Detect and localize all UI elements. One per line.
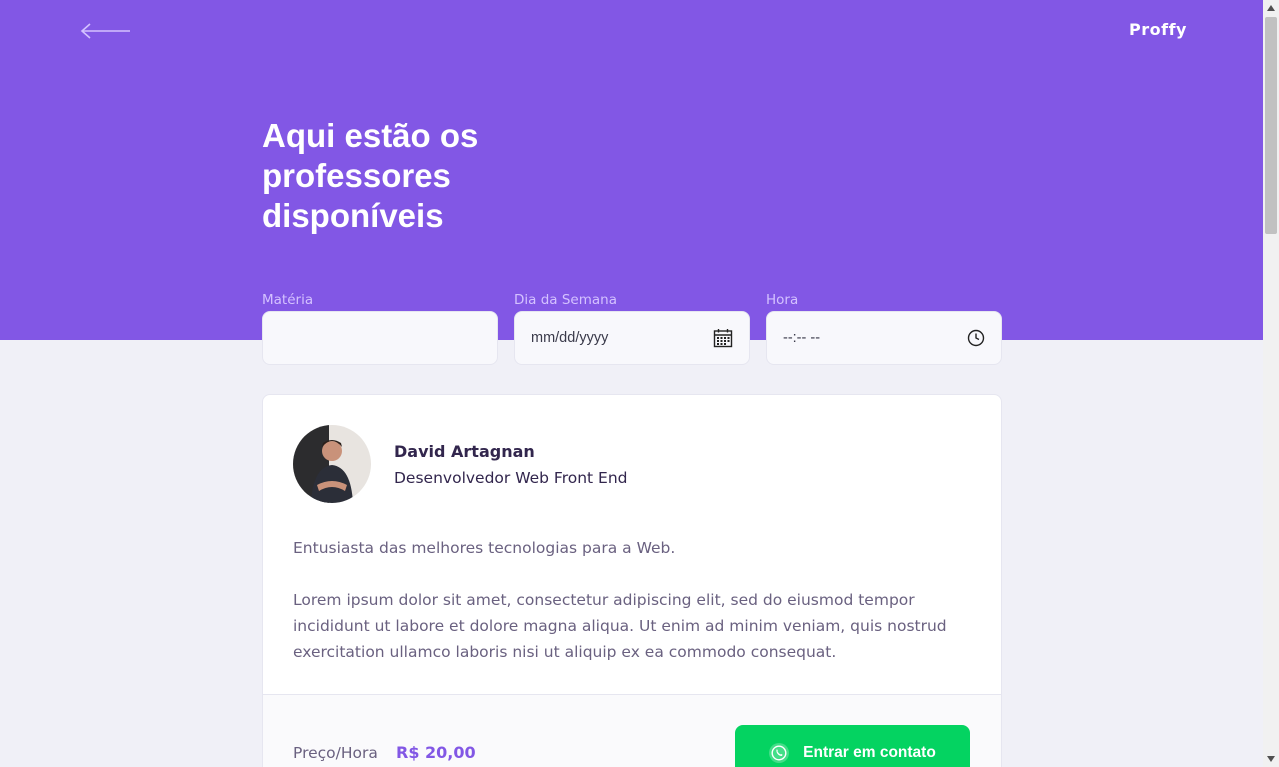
subject-label: Matéria: [262, 292, 314, 308]
page-title: Aqui estão os professores disponíveis: [262, 117, 479, 234]
scrollbar[interactable]: [1263, 0, 1279, 767]
scroll-up-button[interactable]: [1263, 0, 1279, 16]
logo: Proffy: [1129, 20, 1187, 39]
price-value: R$ 20,00: [396, 743, 476, 762]
teacher-bio: Entusiasta das melhores tecnologias para…: [293, 535, 973, 665]
teacher-card: David Artagnan Desenvolvedor Web Front E…: [262, 394, 1002, 767]
contact-button[interactable]: Entrar em contato: [735, 725, 970, 767]
arrow-left-icon[interactable]: [80, 22, 132, 40]
weekday-placeholder: mm/dd/yyyy: [531, 330, 609, 346]
triangle-up-icon: [1267, 5, 1275, 11]
bio-intro: Entusiasta das melhores tecnologias para…: [293, 539, 676, 557]
bio-body: Lorem ipsum dolor sit amet, consectetur …: [293, 591, 947, 661]
teacher-subject: Desenvolvedor Web Front End: [394, 469, 628, 487]
subject-select[interactable]: [262, 311, 498, 365]
price-label: Preço/Hora: [293, 744, 378, 762]
scroll-down-button[interactable]: [1263, 751, 1279, 767]
card-footer: Preço/Hora R$ 20,00 Entrar em contato: [263, 694, 1001, 767]
time-placeholder: --:-- --: [783, 330, 821, 346]
calendar-icon[interactable]: [713, 328, 733, 348]
time-label: Hora: [766, 292, 799, 308]
whatsapp-icon: [769, 743, 790, 763]
contact-label: Entrar em contato: [803, 744, 936, 761]
weekday-date-input[interactable]: mm/dd/yyyy: [514, 311, 750, 365]
page-header: Proffy Aqui estão os professores disponí…: [0, 0, 1263, 340]
weekday-label: Dia da Semana: [514, 292, 617, 308]
time-input[interactable]: --:-- --: [766, 311, 1002, 365]
avatar: [293, 425, 371, 503]
clock-icon[interactable]: [967, 329, 985, 347]
triangle-down-icon: [1267, 756, 1275, 762]
scroll-thumb[interactable]: [1265, 17, 1277, 234]
teacher-name: David Artagnan: [394, 442, 535, 461]
